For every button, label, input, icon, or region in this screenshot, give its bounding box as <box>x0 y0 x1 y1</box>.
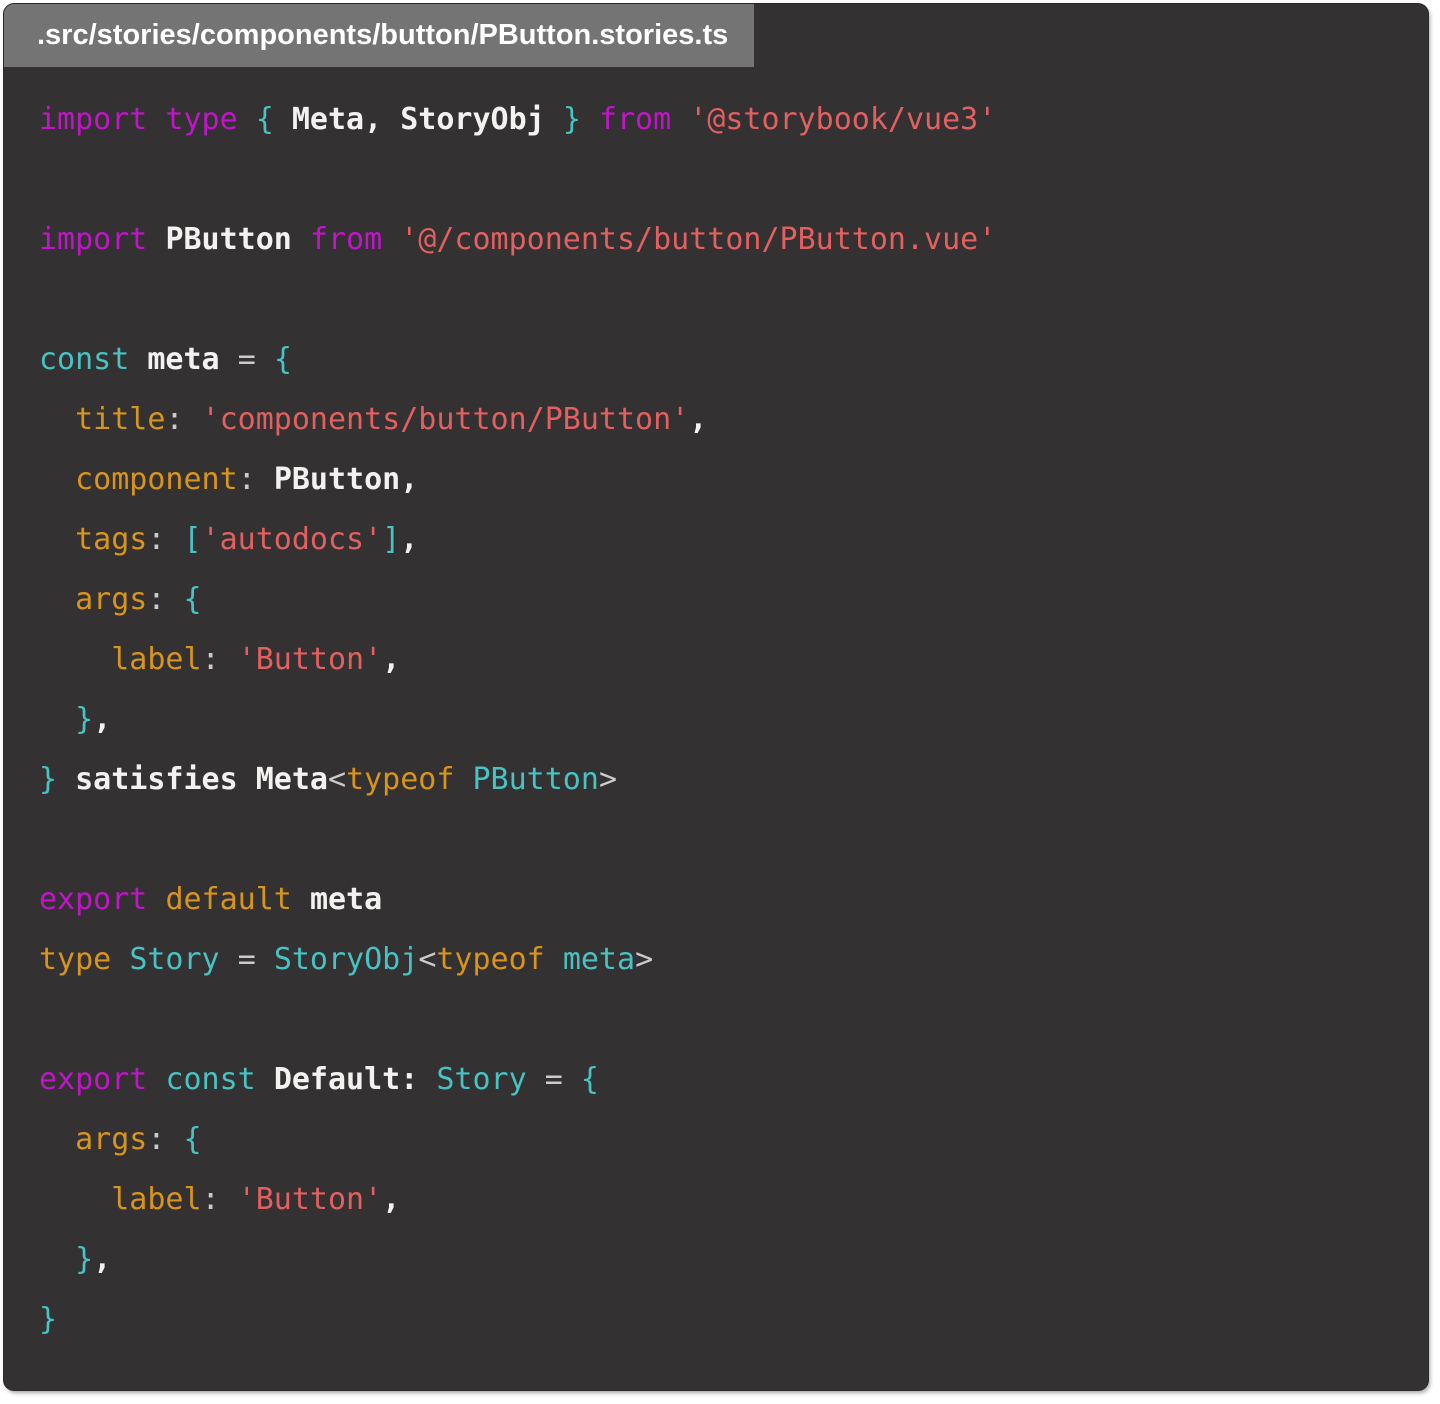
code-token: component <box>39 462 238 497</box>
code-token: { <box>183 1122 202 1157</box>
code-block: import type { Meta, StoryObj } from '@st… <box>4 4 1428 1390</box>
code-token: { <box>580 1062 599 1097</box>
code-token: '@/components/button/PButton.vue' <box>400 222 997 257</box>
code-line: const meta = { <box>39 330 1408 390</box>
code-token: export <box>39 1062 166 1097</box>
code-token: 'Button' <box>237 642 383 677</box>
code-line: tags: ['autodocs'], <box>39 510 1408 570</box>
code-token: } <box>39 702 94 737</box>
code-line: label: 'Button', <box>39 1170 1408 1230</box>
code-token: , <box>382 642 401 677</box>
code-token: const <box>39 342 148 377</box>
code-token: typeof <box>346 762 473 797</box>
code-token: tags <box>39 522 148 557</box>
code-token: ] <box>382 522 401 557</box>
code-token: label <box>39 642 202 677</box>
code-line: } satisfies Meta<typeof PButton> <box>39 750 1408 810</box>
code-token: , <box>93 702 112 737</box>
code-token: StoryObj <box>273 942 419 977</box>
code-token: PButton <box>165 222 310 257</box>
code-token: from <box>309 222 401 257</box>
code-token: } <box>562 102 599 137</box>
code-token: Story <box>129 942 238 977</box>
code-token: = <box>237 342 274 377</box>
code-token: = <box>237 942 274 977</box>
code-token: [ <box>183 522 202 557</box>
code-token: args <box>39 582 148 617</box>
code-token: } <box>39 1302 58 1337</box>
code-token: : <box>147 1122 184 1157</box>
code-line: } <box>39 1290 1408 1350</box>
code-token: Meta, StoryObj <box>291 102 563 137</box>
code-token: meta <box>147 342 238 377</box>
code-token: 'components/button/PButton' <box>201 402 690 437</box>
code-token: Default: <box>273 1062 437 1097</box>
code-line: import type { Meta, StoryObj } from '@st… <box>39 90 1408 150</box>
code-token: label <box>39 1182 202 1217</box>
code-token: { <box>273 342 292 377</box>
code-token: title <box>39 402 166 437</box>
code-token: : <box>147 522 184 557</box>
code-token: : <box>201 1182 238 1217</box>
code-token: import <box>39 222 166 257</box>
code-token: import type <box>39 102 256 137</box>
code-token: < <box>328 762 347 797</box>
code-line: export default meta <box>39 870 1408 930</box>
code-line: }, <box>39 1230 1408 1290</box>
code-token: typeof <box>436 942 563 977</box>
code-token: const <box>165 1062 274 1097</box>
code-line: args: { <box>39 570 1408 630</box>
code-token: meta <box>309 882 383 917</box>
code-token: , <box>689 402 708 437</box>
code-token: , <box>400 522 419 557</box>
code-line: component: PButton, <box>39 450 1408 510</box>
code-token: PButton <box>472 762 599 797</box>
code-line: label: 'Button', <box>39 630 1408 690</box>
code-token: : <box>165 402 202 437</box>
code-token: from <box>598 102 690 137</box>
code-window: import type { Meta, StoryObj } from '@st… <box>4 4 1428 1390</box>
code-token: : <box>201 642 238 677</box>
code-line: args: { <box>39 1110 1408 1170</box>
code-token: : <box>237 462 274 497</box>
code-token: : <box>147 582 184 617</box>
code-token: default <box>165 882 310 917</box>
code-line: }, <box>39 690 1408 750</box>
code-token: export <box>39 882 166 917</box>
code-token: { <box>255 102 292 137</box>
code-line: export const Default: Story = { <box>39 1050 1408 1110</box>
code-token: 'Button' <box>237 1182 383 1217</box>
code-token: , <box>93 1242 112 1277</box>
code-token: , <box>382 1182 401 1217</box>
code-lines: import type { Meta, StoryObj } from '@st… <box>39 90 1408 1350</box>
code-token: satisfies Meta <box>75 762 328 797</box>
code-token: args <box>39 1122 148 1157</box>
code-token: PButton, <box>273 462 419 497</box>
code-token: '@storybook/vue3' <box>689 102 997 137</box>
code-token: 'autodocs' <box>201 522 383 557</box>
code-token: > <box>635 942 654 977</box>
code-line: import PButton from '@/components/button… <box>39 210 1408 270</box>
code-line: type Story = StoryObj<typeof meta> <box>39 930 1408 990</box>
code-token: < <box>418 942 437 977</box>
code-token: meta <box>562 942 636 977</box>
code-line: title: 'components/button/PButton', <box>39 390 1408 450</box>
code-token: = <box>544 1062 581 1097</box>
file-tab-label: .src/stories/components/button/PButton.s… <box>37 19 729 51</box>
file-tab[interactable]: .src/stories/components/button/PButton.s… <box>4 4 755 67</box>
code-token: type <box>39 942 130 977</box>
code-token: Story <box>436 1062 545 1097</box>
code-token: > <box>598 762 617 797</box>
code-token: } <box>39 762 76 797</box>
code-token: { <box>183 582 202 617</box>
code-token: } <box>39 1242 94 1277</box>
